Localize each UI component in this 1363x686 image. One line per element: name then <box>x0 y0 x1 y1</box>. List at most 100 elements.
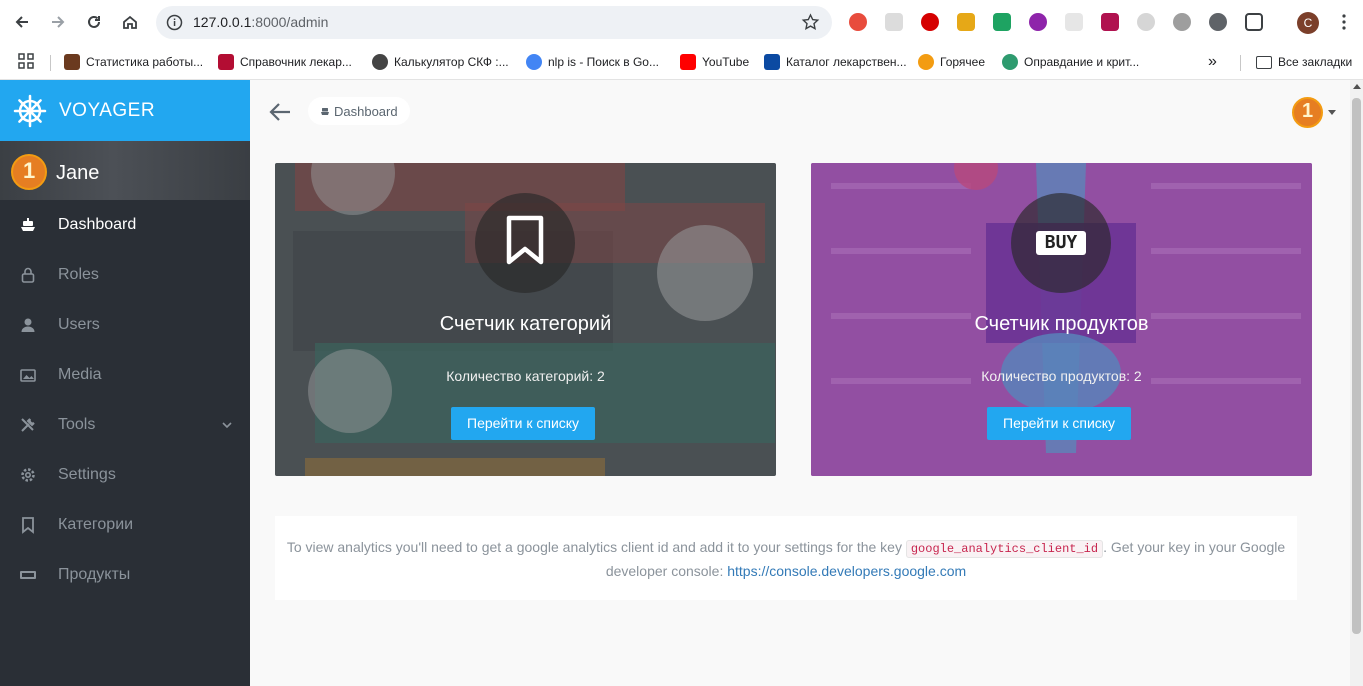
bookmark-favicon <box>218 54 234 70</box>
tools-icon <box>21 418 35 432</box>
bookmark-favicon <box>680 54 696 70</box>
boat-icon <box>321 108 329 115</box>
url-host: 127.0.0.1 <box>193 14 252 30</box>
extension-icon[interactable] <box>1137 13 1155 31</box>
gear-icon <box>21 468 35 482</box>
bookmark-star-icon[interactable] <box>801 13 820 32</box>
avatar-text: 1 <box>23 158 36 183</box>
ship-wheel-icon <box>13 94 47 128</box>
view-products-button[interactable]: Перейти к списку <box>987 407 1132 440</box>
url-path: :8000/admin <box>251 14 329 30</box>
scroll-up-icon[interactable] <box>1353 84 1361 89</box>
bookmark-separator <box>1240 55 1241 71</box>
puzzle-icon[interactable] <box>1245 13 1263 31</box>
avatar: 1 <box>11 154 47 190</box>
card-icon-circle <box>475 193 575 293</box>
bookmark-item[interactable]: YouTube <box>680 53 749 71</box>
bookmark-label: Статистика работы... <box>86 55 204 69</box>
bookmarks-bar: Статистика работы... Справочник лекар...… <box>0 44 1363 80</box>
scrollbar-thumb[interactable] <box>1352 98 1361 634</box>
card-icon-circle: BUY <box>1011 193 1111 293</box>
card-title: Счетчик категорий <box>439 313 612 335</box>
sidebar-item-label: Settings <box>58 466 116 483</box>
sidebar-item-label: Media <box>58 366 102 383</box>
products-counter-card: BUY Счетчик продуктов Количество продукт… <box>811 163 1312 476</box>
bookmark-label: YouTube <box>702 55 750 69</box>
google-console-link[interactable]: https://console.developers.google.com <box>727 563 966 579</box>
extension-icon[interactable] <box>885 13 903 31</box>
extension-icon[interactable] <box>1065 13 1083 31</box>
home-icon[interactable] <box>117 9 143 35</box>
extension-icon[interactable] <box>957 13 975 31</box>
bookmark-item[interactable]: Каталог лекарствен... <box>764 53 907 71</box>
sidebar-toggle-arrow-icon[interactable] <box>268 101 292 123</box>
brand-header[interactable]: VOYAGER <box>0 80 250 141</box>
url-text: 127.0.0.1:8000/admin <box>193 14 328 30</box>
user-menu-avatar[interactable]: 1 <box>1292 97 1323 128</box>
gear-icon[interactable] <box>1209 13 1227 31</box>
extension-icon[interactable] <box>1101 13 1119 31</box>
sidebar-item-products[interactable]: Продукты <box>0 550 250 600</box>
card-count: Количество категорий: 2 <box>446 368 605 384</box>
bookmark-item[interactable]: Статистика работы... <box>64 53 203 71</box>
notice-code: google_analytics_client_id <box>905 540 1104 558</box>
avatar-text: 1 <box>1302 100 1314 122</box>
analytics-notice: To view analytics you'll need to get a g… <box>275 516 1297 600</box>
bookmark-item[interactable]: Оправдание и крит... <box>1002 53 1139 71</box>
bookmark-separator <box>50 55 51 71</box>
bookmark-favicon <box>64 54 80 70</box>
extension-icon[interactable] <box>921 13 939 31</box>
extension-icon[interactable] <box>993 13 1011 31</box>
view-categories-button[interactable]: Перейти к списку <box>451 407 596 440</box>
brand-name: VOYAGER <box>59 100 156 121</box>
sidebar: VOYAGER 1 Jane Dashboard Roles Users Med… <box>0 80 250 686</box>
bookmark-favicon <box>1002 54 1018 70</box>
globe-icon[interactable] <box>1173 13 1191 31</box>
bookmark-favicon <box>918 54 934 70</box>
sidebar-item-categories[interactable]: Категории <box>0 500 250 550</box>
bookmark-item[interactable]: nlp is - Поиск в Go... <box>526 53 659 71</box>
extension-icon[interactable] <box>1029 13 1047 31</box>
user-name: Jane <box>56 162 100 184</box>
bookmark-label: Оправдание и крит... <box>1024 55 1140 69</box>
breadcrumb[interactable]: Dashboard <box>308 97 410 125</box>
lock-icon <box>21 267 35 283</box>
profile-avatar[interactable]: C <box>1297 12 1319 34</box>
bookmark-item[interactable]: Справочник лекар... <box>218 53 352 71</box>
all-bookmarks-button[interactable]: Все закладки <box>1256 53 1352 71</box>
back-icon[interactable] <box>9 9 35 35</box>
bookmark-favicon <box>372 54 388 70</box>
buy-icon <box>20 571 36 579</box>
sidebar-item-media[interactable]: Media <box>0 350 250 400</box>
bookmark-label: Горячее <box>940 55 986 69</box>
bookmark-label: Каталог лекарствен... <box>786 55 907 69</box>
more-menu-icon[interactable] <box>1335 13 1353 31</box>
person-icon <box>21 318 35 332</box>
buy-icon: BUY <box>1036 231 1086 255</box>
sidebar-item-dashboard[interactable]: Dashboard <box>0 200 250 250</box>
page-scrollbar[interactable] <box>1350 80 1363 686</box>
bookmark-item[interactable]: Горячее <box>918 53 985 71</box>
address-bar[interactable]: 127.0.0.1:8000/admin <box>156 6 832 39</box>
forward-icon[interactable] <box>45 9 71 35</box>
browser-toolbar: 127.0.0.1:8000/admin C <box>0 0 1363 44</box>
reload-icon[interactable] <box>81 9 107 35</box>
sidebar-item-tools[interactable]: Tools <box>0 400 250 450</box>
sidebar-item-roles[interactable]: Roles <box>0 250 250 300</box>
sidebar-item-users[interactable]: Users <box>0 300 250 350</box>
site-info-icon[interactable] <box>165 13 184 32</box>
caret-down-icon[interactable] <box>1328 110 1336 115</box>
images-icon <box>20 369 36 382</box>
categories-counter-card: Счетчик категорий Количество категорий: … <box>275 163 776 476</box>
extension-icon[interactable] <box>849 13 867 31</box>
bookmark-item[interactable]: Калькулятор СКФ :... <box>372 53 509 71</box>
user-panel[interactable]: 1 Jane <box>0 141 250 200</box>
bookmark-favicon <box>764 54 780 70</box>
apps-grid-icon[interactable] <box>18 53 34 69</box>
bookmark-icon <box>22 517 34 534</box>
more-bookmarks-button[interactable]: » <box>1208 53 1217 71</box>
sidebar-item-label: Tools <box>58 416 96 433</box>
breadcrumb-label: Dashboard <box>334 103 398 119</box>
sidebar-item-settings[interactable]: Settings <box>0 450 250 500</box>
card-count: Количество продуктов: 2 <box>981 368 1142 384</box>
